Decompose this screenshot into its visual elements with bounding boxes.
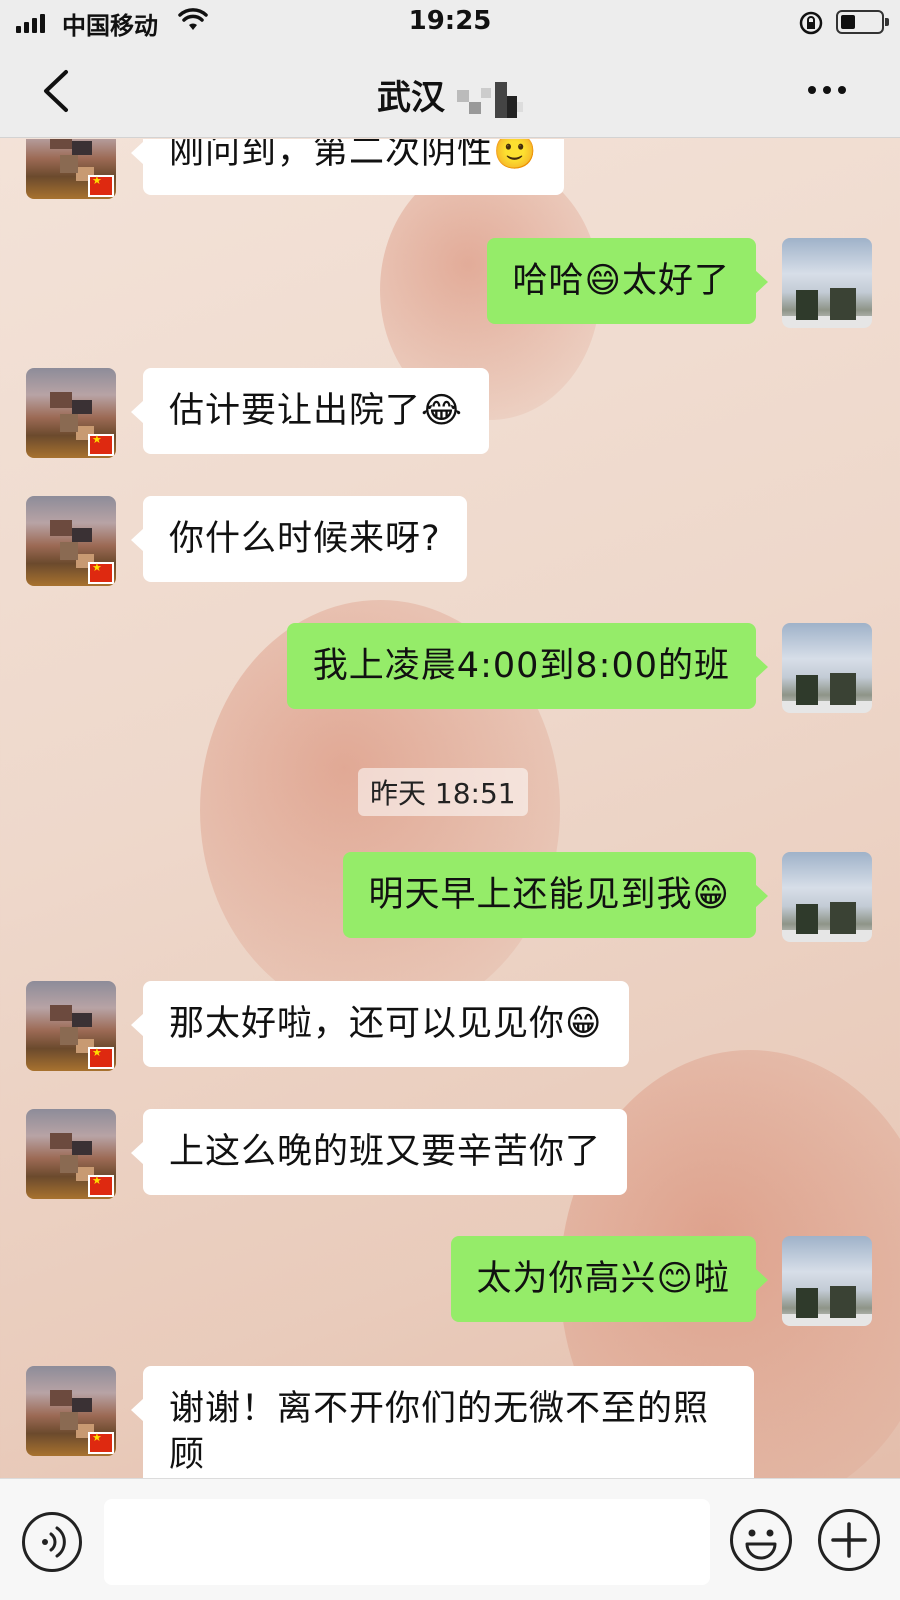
self-avatar[interactable] — [782, 623, 872, 713]
contact-avatar[interactable] — [26, 368, 116, 458]
contact-avatar[interactable] — [26, 1366, 116, 1456]
message-bubble-outgoing[interactable]: 太为你高兴😊啦 — [450, 1236, 768, 1322]
chat-title-text: 武汉 — [377, 78, 445, 118]
message-bubble-outgoing[interactable]: 明天早上还能见到我😁 — [342, 852, 768, 938]
smiley-face-icon — [745, 1529, 777, 1560]
message-bubble-incoming[interactable]: 谢谢！离不开你们的无微不至的照顾 — [131, 1366, 754, 1478]
plus-icon — [831, 1522, 867, 1558]
message-bubble-incoming[interactable]: 估计要让出院了😂 — [131, 368, 489, 454]
message-bubble-incoming[interactable]: 刚问到，第二次阴性🙂 — [131, 139, 564, 195]
battery-icon — [836, 10, 889, 34]
title-mosaic-redaction — [447, 81, 523, 118]
message-input[interactable] — [104, 1499, 710, 1585]
emoji-icon[interactable] — [730, 1509, 792, 1571]
message-bubble-incoming[interactable]: 上这么晚的班又要辛苦你了 — [130, 1109, 628, 1195]
contact-avatar[interactable] — [26, 981, 116, 1071]
self-avatar[interactable] — [782, 852, 872, 942]
flag-icon — [88, 433, 114, 456]
self-avatar[interactable] — [782, 238, 872, 328]
contact-avatar[interactable] — [26, 496, 116, 586]
status-bar: 中国移动 19:25 — [0, 0, 900, 44]
flag-icon — [88, 561, 114, 584]
more-functions-icon[interactable] — [818, 1509, 880, 1571]
flag-icon — [88, 1046, 114, 1069]
voice-input-icon[interactable] — [22, 1512, 82, 1572]
chat-header: 武汉 — [0, 44, 900, 138]
flag-icon — [88, 1431, 114, 1454]
message-list[interactable]: 刚问到，第二次阴性🙂 哈哈😄太好了 估计要让出院了😂 你什么时候来呀? 我上凌晨… — [0, 139, 900, 1478]
message-bubble-outgoing[interactable]: 哈哈😄太好了 — [486, 238, 768, 324]
status-time: 19:25 — [408, 6, 492, 36]
contact-avatar[interactable] — [26, 1109, 116, 1199]
voice-waves-icon — [42, 1526, 66, 1558]
message-bubble-incoming[interactable]: 那太好啦，还可以见见你😁 — [131, 981, 629, 1067]
chat-title: 武汉 — [0, 70, 900, 119]
more-options-icon[interactable] — [808, 86, 846, 94]
contact-avatar[interactable] — [26, 139, 116, 199]
message-timestamp: 昨天 18:51 — [358, 768, 528, 816]
self-avatar[interactable] — [782, 1236, 872, 1326]
message-bubble-outgoing[interactable]: 我上凌晨4:00到8:00的班 — [286, 623, 769, 709]
input-bar — [0, 1478, 900, 1600]
rotation-lock-icon — [799, 11, 823, 35]
flag-icon — [88, 1174, 114, 1197]
message-bubble-incoming[interactable]: 你什么时候来呀? — [131, 496, 467, 582]
flag-icon — [88, 174, 114, 197]
